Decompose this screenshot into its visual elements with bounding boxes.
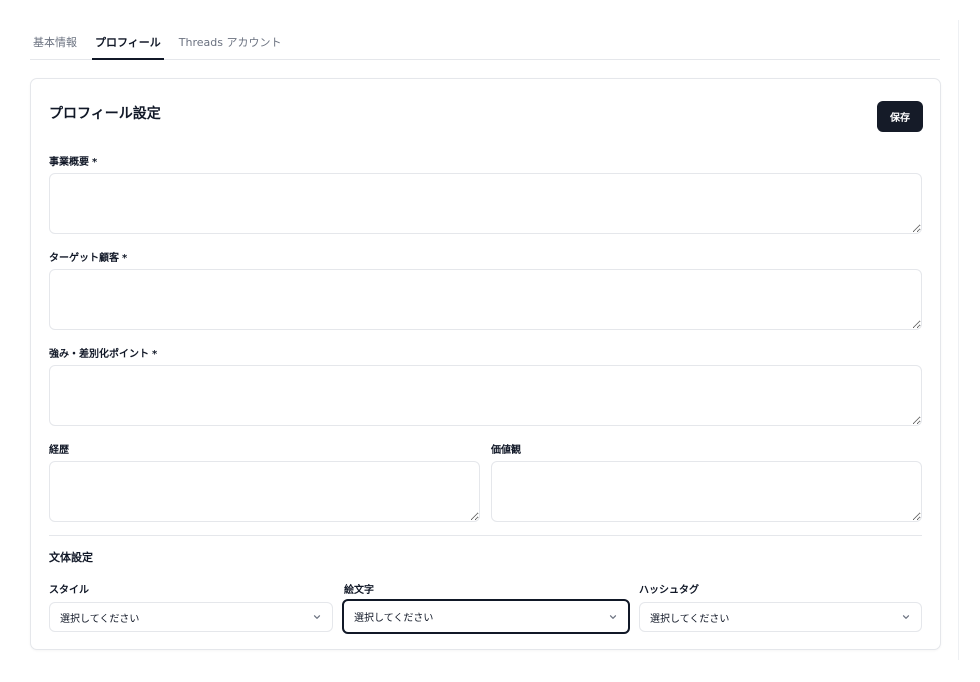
page-edge-line (958, 20, 959, 660)
tab-profile[interactable]: プロフィール (92, 26, 164, 60)
section-divider (49, 535, 922, 536)
chevron-down-icon (609, 614, 617, 619)
emoji-select[interactable]: 選択してください (342, 599, 630, 634)
target-customer-label: ターゲット顧客 * (49, 249, 127, 264)
tab-threads-account[interactable]: Threads アカウント (176, 26, 285, 60)
save-button[interactable]: 保存 (877, 101, 923, 132)
business-overview-label: 事業概要 * (49, 153, 97, 168)
business-overview-textarea[interactable] (49, 173, 922, 234)
required-mark: * (152, 349, 158, 360)
target-customer-label-text: ターゲット顧客 (49, 253, 119, 264)
hashtag-select-label: ハッシュタグ (639, 585, 699, 596)
style-select-value: 選択してください (60, 613, 140, 625)
style-select[interactable]: 選択してください (49, 602, 333, 632)
tab-bar: 基本情報 プロフィール Threads アカウント (30, 26, 940, 60)
emoji-select-label: 絵文字 (344, 585, 374, 596)
card-title: プロフィール設定 (49, 106, 161, 122)
values-textarea[interactable] (491, 461, 922, 522)
tab-basic-info[interactable]: 基本情報 (30, 26, 80, 60)
required-mark: * (122, 253, 128, 264)
career-label: 経歴 (49, 445, 69, 456)
business-overview-label-text: 事業概要 (49, 157, 89, 168)
profile-settings-card: プロフィール設定 保存 事業概要 * ターゲット顧客 * 強み・差別化ポイント * 経… (30, 78, 941, 650)
strengths-label: 強み・差別化ポイント * (49, 345, 157, 360)
hashtag-select-value: 選択してください (650, 613, 730, 625)
career-textarea[interactable] (49, 461, 480, 522)
strengths-textarea[interactable] (49, 365, 922, 426)
chevron-down-icon (902, 615, 910, 619)
values-label: 価値観 (491, 445, 521, 456)
writing-style-section-title: 文体設定 (49, 551, 93, 564)
hashtag-select[interactable]: 選択してください (639, 602, 922, 632)
chevron-down-icon (313, 615, 321, 619)
target-customer-textarea[interactable] (49, 269, 922, 330)
style-select-label: スタイル (49, 585, 89, 596)
emoji-select-value: 選択してください (354, 613, 434, 624)
required-mark: * (92, 157, 98, 168)
strengths-label-text: 強み・差別化ポイント (49, 349, 149, 360)
